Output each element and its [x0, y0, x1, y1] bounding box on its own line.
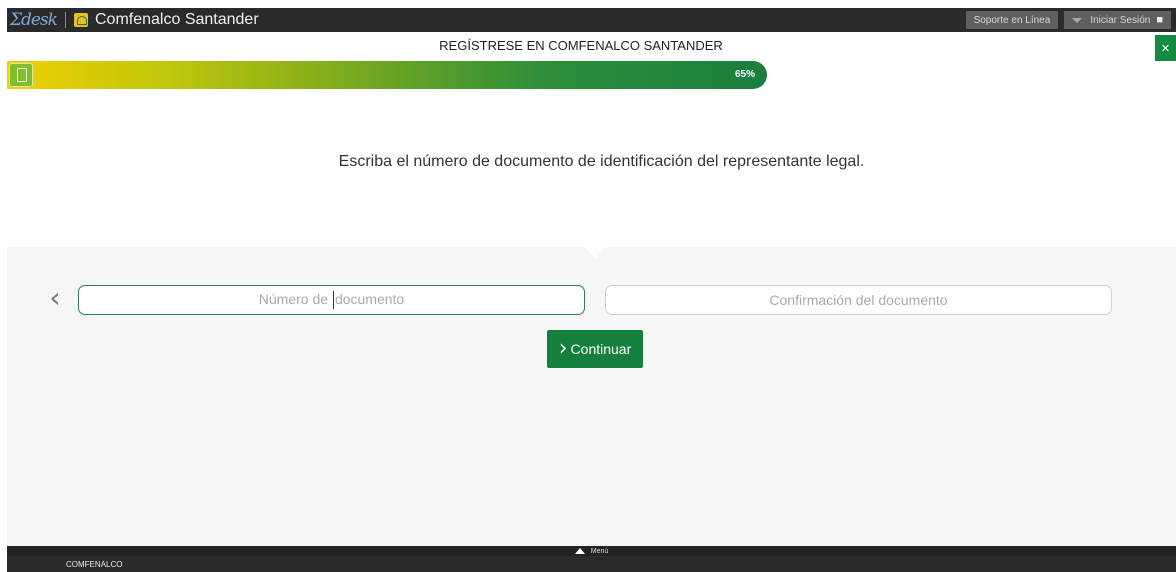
- page-frame: Σdesk Comfenalco Santander Soporte en Lí…: [0, 0, 1176, 572]
- login-label: Iniciar Sesión: [1090, 14, 1151, 26]
- support-button[interactable]: Soporte en Línea: [965, 11, 1059, 29]
- document-confirmation-input[interactable]: Confirmación del documento: [605, 285, 1112, 315]
- dropdown-caret-icon: [1072, 17, 1083, 23]
- close-button[interactable]: ×: [1155, 35, 1176, 61]
- text-cursor: [332, 291, 334, 310]
- continue-button[interactable]: › Continuar: [547, 330, 643, 368]
- chevron-right-icon: ›: [558, 336, 568, 361]
- chevron-left-icon: ‹: [49, 281, 61, 314]
- continue-label: Continuar: [570, 341, 632, 357]
- brand-logo[interactable]: Σdesk: [10, 10, 58, 30]
- document-confirmation-placeholder: Confirmación del documento: [769, 292, 948, 308]
- divider: [65, 12, 66, 28]
- top-actions: Soporte en Línea Iniciar Sesión ■: [965, 11, 1171, 29]
- login-button[interactable]: Iniciar Sesión ■: [1064, 11, 1171, 29]
- document-icon[interactable]: [9, 63, 33, 87]
- organization-logo-icon: [74, 13, 88, 27]
- menu-toggle[interactable]: Menú: [7, 546, 1176, 556]
- document-number-input[interactable]: Número de documento: [78, 285, 585, 315]
- progress-percent: 65%: [734, 69, 755, 80]
- menu-label: Menú: [590, 547, 609, 555]
- footer: COMFENALCO: [7, 556, 1176, 572]
- footer-org-label: COMFENALCO: [66, 560, 123, 569]
- panel-notch: [584, 247, 606, 258]
- page-title: REGÍSTRESE EN COMFENALCO SANTANDER: [439, 38, 723, 53]
- document-number-placeholder: Número de documento: [259, 291, 404, 310]
- instruction-text: Escriba el número de documento de identi…: [338, 153, 865, 170]
- triangle-up-icon: [574, 548, 585, 554]
- app-title: Comfenalco Santander: [95, 11, 259, 28]
- top-bar: Σdesk Comfenalco Santander Soporte en Lí…: [7, 8, 1176, 32]
- user-icon: ■: [1156, 14, 1163, 26]
- progress-bar: 65%: [7, 61, 767, 89]
- close-icon: ×: [1161, 39, 1170, 57]
- back-button[interactable]: ‹: [44, 282, 66, 314]
